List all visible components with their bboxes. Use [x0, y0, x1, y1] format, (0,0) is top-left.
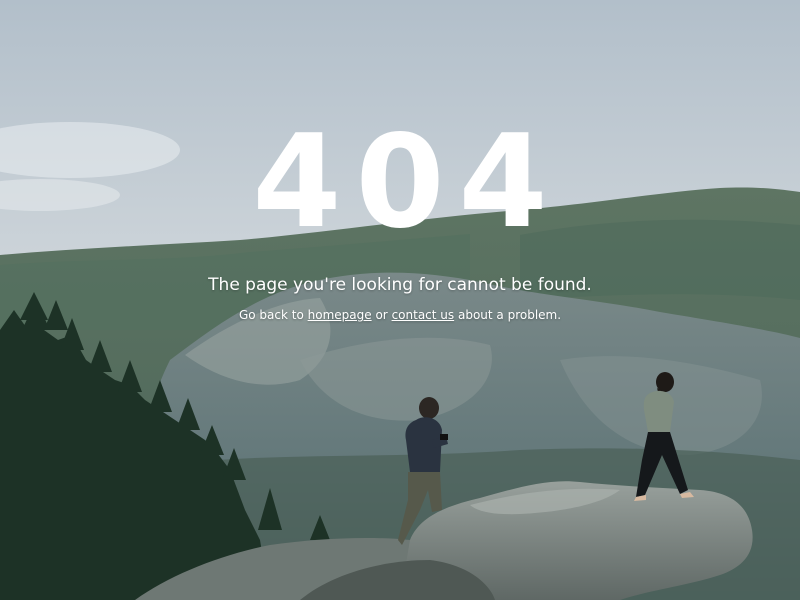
contact-us-link[interactable]: contact us: [392, 308, 455, 322]
homepage-link[interactable]: homepage: [308, 308, 372, 322]
error-code: 404: [252, 108, 562, 257]
error-page: 404 The page you're looking for cannot b…: [0, 0, 800, 600]
error-content: 404 The page you're looking for cannot b…: [0, 0, 800, 600]
help-suffix: about a problem.: [457, 308, 562, 322]
error-headline: The page you're looking for cannot be fo…: [208, 275, 592, 295]
help-text: Go back to homepage or contact us about …: [0, 306, 800, 324]
help-prefix: Go back to: [238, 308, 304, 322]
help-middle: or: [375, 308, 388, 322]
